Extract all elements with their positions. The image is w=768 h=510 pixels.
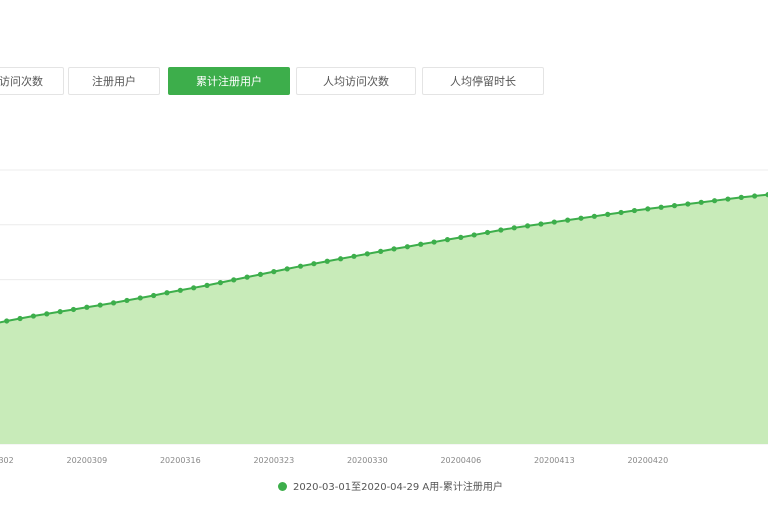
data-point (44, 311, 50, 317)
data-point (70, 306, 77, 313)
tab-visits[interactable]: 访问次数 (0, 67, 64, 95)
data-point (618, 209, 624, 216)
series-area (0, 194, 768, 444)
x-tick-label: 20200420 (627, 456, 668, 465)
data-point (698, 199, 704, 205)
data-point (351, 253, 357, 259)
data-point (591, 213, 597, 219)
data-point (605, 211, 611, 217)
data-point (124, 297, 130, 304)
tab-avg-visits-per-user[interactable]: 人均访问次数 (296, 67, 416, 95)
data-point (631, 207, 638, 214)
x-tick-label: 20200330 (347, 456, 388, 465)
data-point (565, 217, 571, 223)
data-point (484, 229, 491, 236)
data-point (471, 232, 477, 238)
data-point (17, 315, 23, 322)
data-point (231, 277, 237, 283)
data-point (671, 203, 678, 209)
data-point (257, 271, 264, 277)
data-point (177, 287, 183, 293)
data-point (578, 215, 584, 221)
data-point (444, 237, 451, 243)
data-point (217, 280, 224, 286)
data-point (431, 239, 437, 245)
data-point (418, 241, 424, 247)
chart-area-layer (0, 193, 768, 444)
data-point (538, 221, 544, 227)
tab-registered-users[interactable]: 注册用户 (68, 67, 160, 95)
x-tick-label: 20200406 (440, 456, 481, 465)
data-point (110, 300, 117, 306)
tab-avg-stay-duration[interactable]: 人均停留时长 (422, 67, 544, 95)
data-point (658, 204, 664, 210)
data-point (645, 206, 651, 212)
x-tick-label: 20200302 (0, 456, 14, 465)
data-point (364, 251, 370, 257)
data-point (137, 295, 143, 301)
x-tick-label: 20200316 (160, 456, 201, 465)
data-point (711, 198, 718, 204)
data-point (338, 256, 344, 262)
data-point (391, 246, 397, 252)
legend-label: 2020-03-01至2020-04-29 A用-累计注册用户 (293, 482, 503, 493)
data-point (271, 269, 277, 275)
data-point (524, 223, 531, 229)
data-point (204, 282, 210, 288)
data-point (498, 227, 504, 233)
legend-dot-icon (278, 481, 287, 491)
data-point (191, 285, 197, 291)
data-point (752, 193, 758, 199)
x-axis-tick-labels: 20200302 20200309 20200316 20200323 20200330… (0, 456, 668, 465)
data-point (4, 318, 10, 324)
data-point (551, 219, 557, 225)
tab-cumulative-registered-users[interactable]: 累计注册用户 (168, 67, 290, 95)
x-tick-label: 20200309 (66, 456, 107, 465)
data-point (378, 248, 384, 254)
data-point (57, 309, 63, 315)
data-point (151, 292, 157, 299)
data-point (404, 244, 410, 250)
data-point (458, 234, 464, 240)
data-point (164, 290, 170, 296)
data-point (84, 304, 90, 310)
data-point (511, 225, 517, 231)
data-point (297, 263, 304, 269)
data-point (685, 201, 691, 207)
data-point (311, 261, 317, 267)
data-point (738, 194, 744, 200)
data-point (324, 258, 330, 264)
data-point (725, 196, 731, 202)
data-point (30, 313, 37, 319)
data-point (97, 302, 103, 308)
x-tick-label: 20200323 (253, 456, 294, 465)
chart-legend[interactable]: 2020-03-01至2020-04-29 A用-累计注册用户 (278, 481, 503, 495)
x-tick-label: 20200413 (534, 456, 575, 465)
data-point (244, 274, 250, 280)
data-point (284, 266, 290, 272)
metric-tabs: 访问次数 注册用户 累计注册用户 人均访问次数 人均停留时长 (0, 67, 768, 97)
